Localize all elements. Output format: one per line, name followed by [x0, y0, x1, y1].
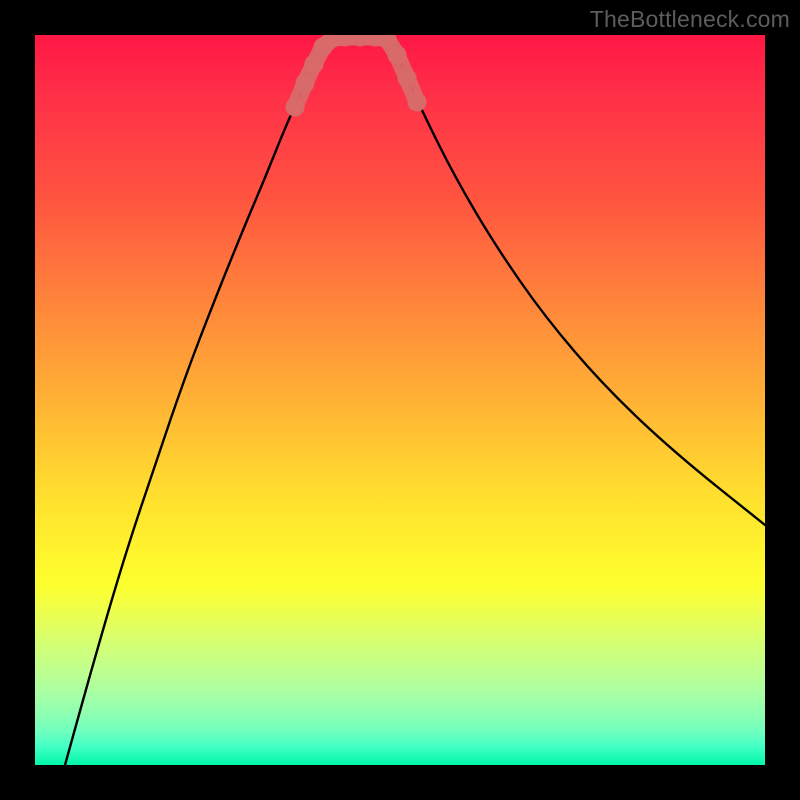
curve-left-curve [65, 35, 335, 765]
plot-area [35, 35, 765, 765]
marker-dot [408, 93, 427, 112]
chart-frame: TheBottleneck.com [0, 0, 800, 800]
marker-dot [398, 69, 417, 88]
marker-dot [388, 46, 407, 65]
watermark-text: TheBottleneck.com [590, 6, 790, 33]
marker-dot [305, 55, 324, 74]
curve-right-curve [387, 35, 765, 525]
marker-dot [286, 98, 305, 117]
bottleneck-curve-svg [35, 35, 765, 765]
marker-dot [296, 74, 315, 93]
curve-group [65, 35, 765, 765]
marker-group [286, 35, 427, 117]
